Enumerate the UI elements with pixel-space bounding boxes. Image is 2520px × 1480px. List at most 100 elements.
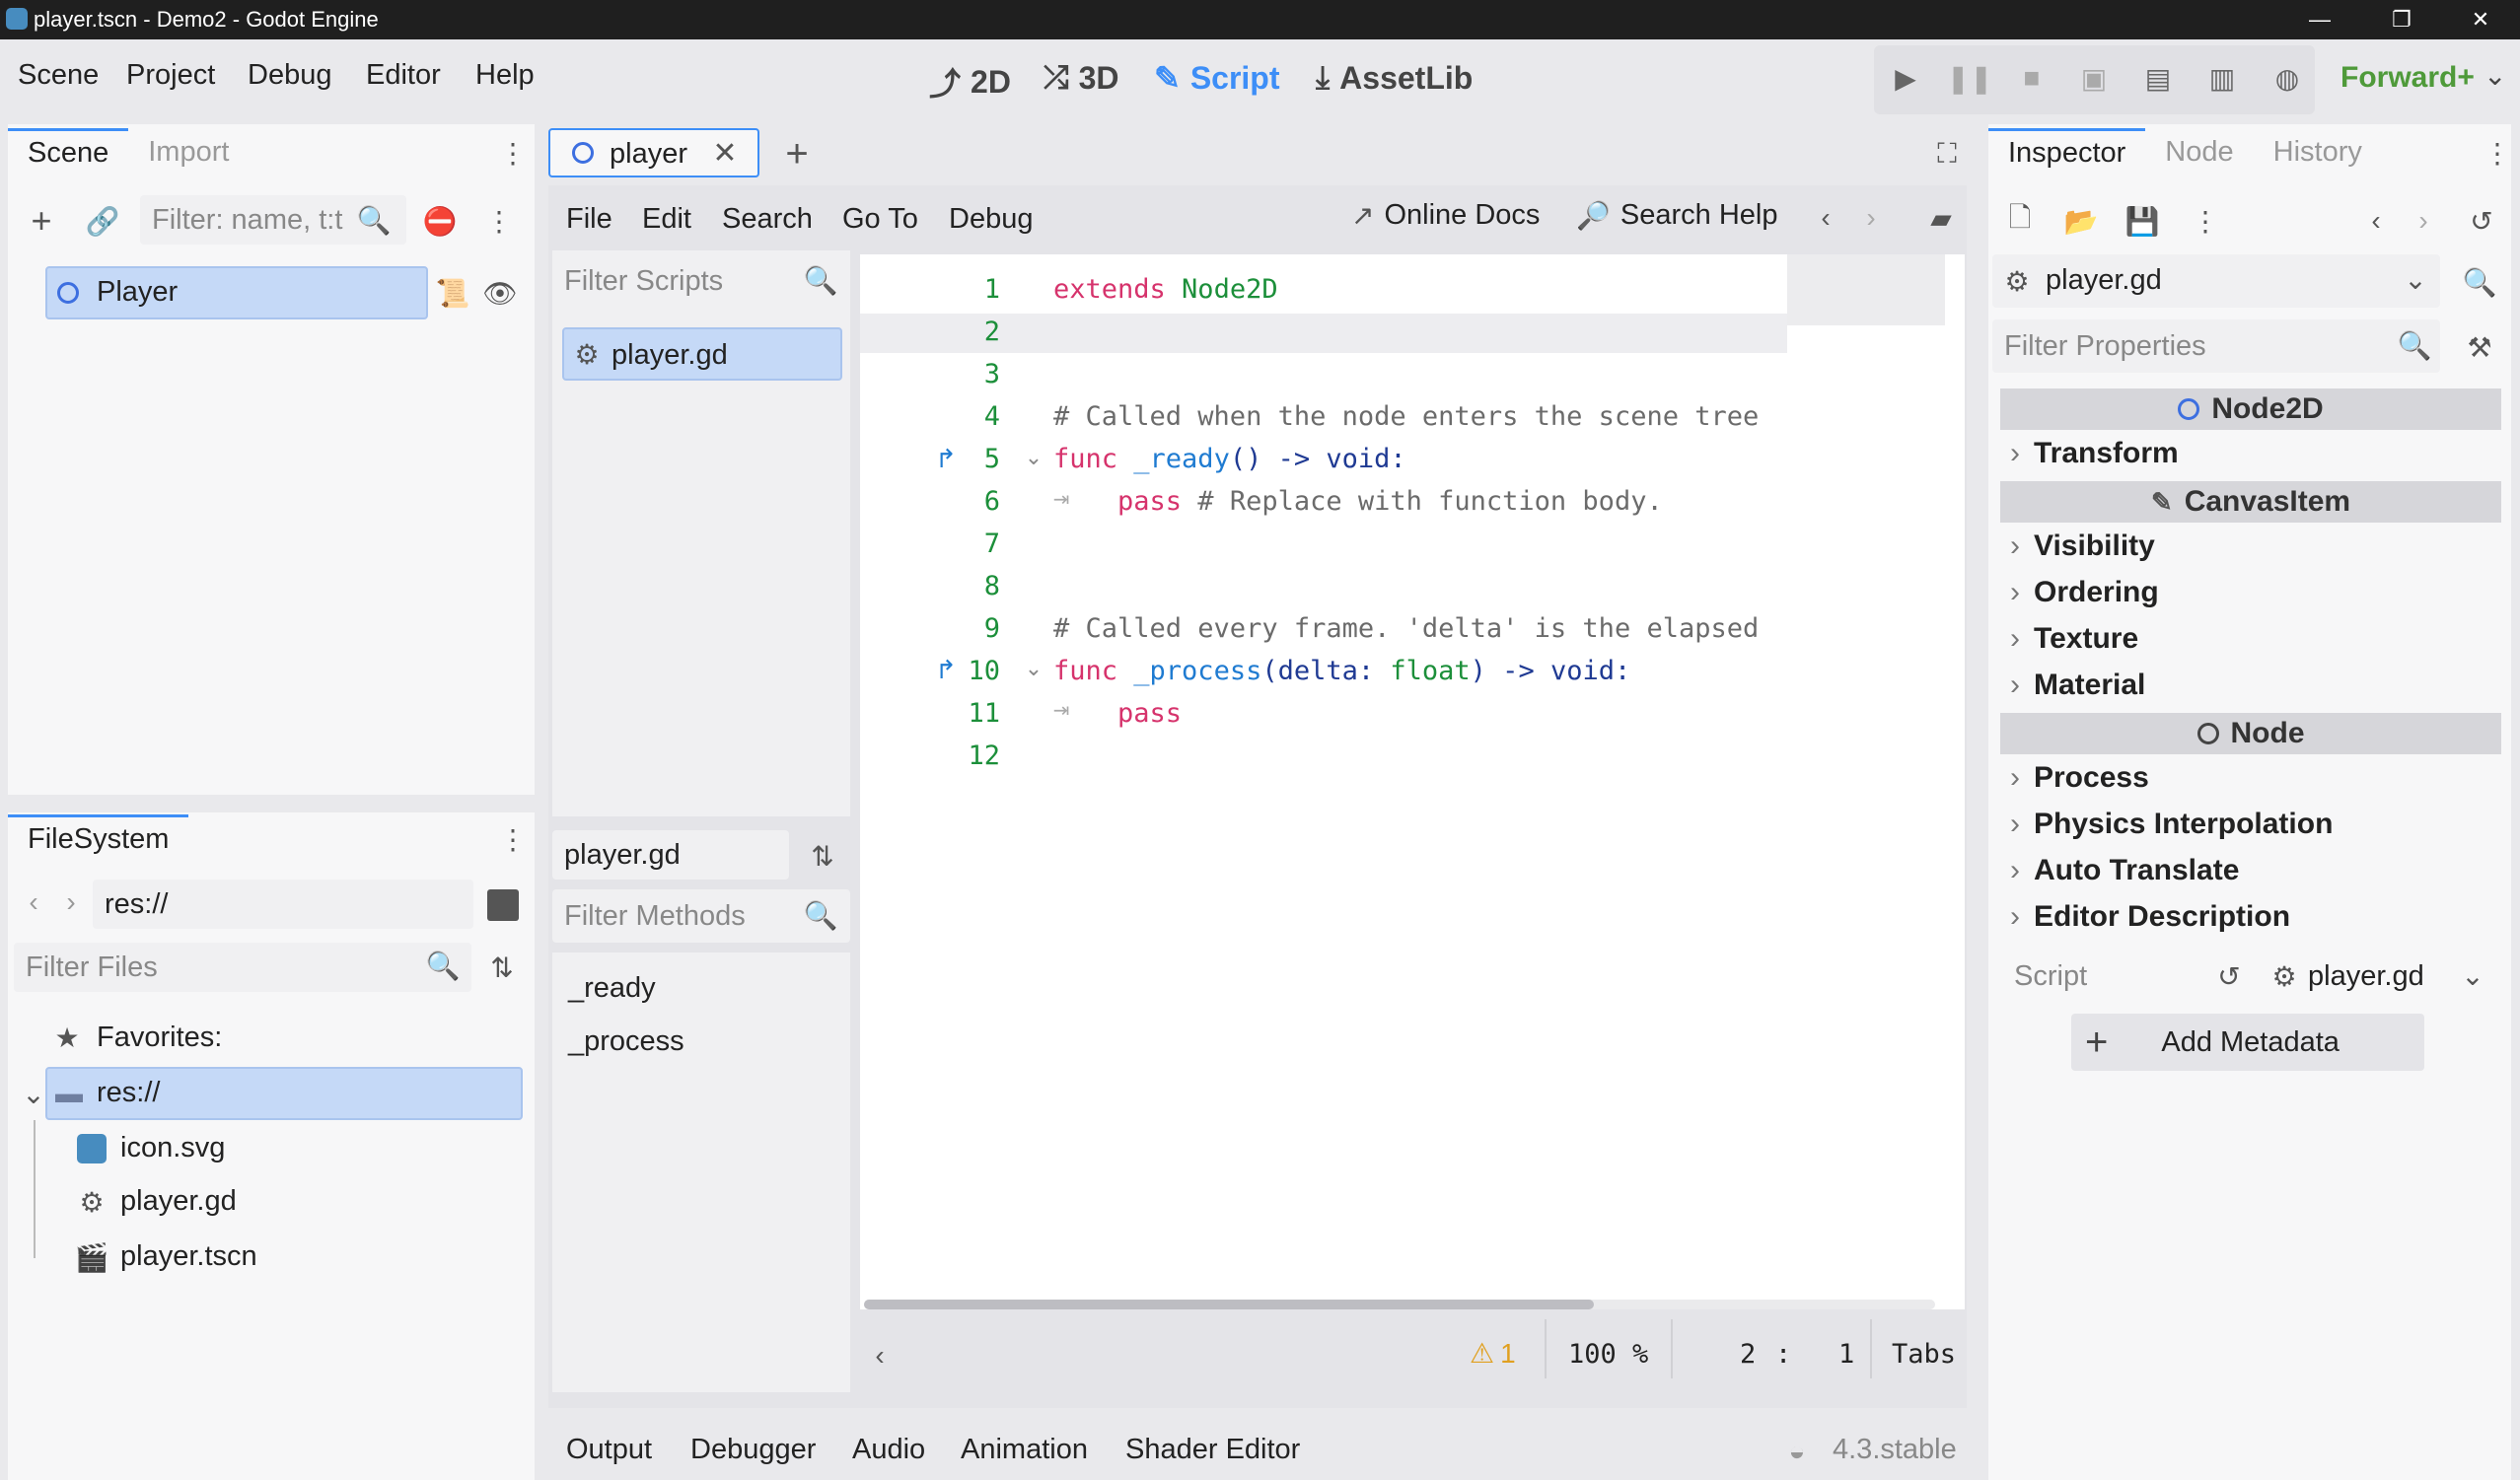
play-icon[interactable]: ▶ [1889,61,1922,95]
inspector-group-visibility[interactable]: Visibility [2010,529,2155,563]
signal-connection-icon[interactable]: ↱ [931,444,961,473]
tools-icon[interactable]: ⚒ [2462,329,2497,365]
history-forward-icon[interactable]: › [2411,203,2436,239]
inspector-group-material[interactable]: Material [2010,669,2145,702]
tab-scene[interactable]: Scene [8,128,129,176]
menu-editor[interactable]: Editor [366,59,441,92]
remote-debug-icon[interactable]: ▣ [2077,61,2111,95]
script-menu-edit[interactable]: Edit [642,203,691,236]
line-number[interactable]: 1 [951,274,1000,305]
zoom-level[interactable]: 100 % [1568,1339,1648,1370]
line-number[interactable]: 11 [951,698,1000,729]
filter-properties-input[interactable]: Filter Properties [1992,319,2440,373]
tab-import[interactable]: Import [128,128,249,176]
menu-help[interactable]: Help [475,59,535,92]
path-field[interactable]: res:// [93,880,473,929]
pause-icon[interactable]: ❚❚ [1947,61,1993,95]
scene-tab-player[interactable]: player ✕ [548,128,759,177]
script-menu-search[interactable]: Search [722,203,813,236]
inspector-group-editor-description[interactable]: Editor Description [2010,900,2290,934]
chevron-down-icon[interactable]: ⌄ [2458,960,2487,991]
kebab-icon[interactable]: ⋮ [2192,203,2219,239]
inspector-group-ordering[interactable]: Ordering [2010,576,2159,609]
line-number[interactable]: 4 [951,401,1000,432]
kebab-icon[interactable]: ⋮ [499,824,527,855]
movie-maker-icon[interactable]: ◍ [2270,61,2304,95]
workspace-3d-button[interactable]: ⤮ 3D [1044,59,1119,97]
script-remove-icon[interactable]: ⛔ [422,203,458,239]
method-item[interactable]: _process [568,1025,684,1058]
horizontal-scrollbar[interactable] [864,1300,1935,1309]
distraction-free-icon[interactable]: ⛶ [1929,136,1965,172]
file-item-player-tscn[interactable]: 🎬 player.tscn [69,1238,523,1278]
visibility-eye-icon[interactable]: 👁 [482,276,518,310]
script-property-value[interactable]: player.gd [2308,960,2424,993]
file-item-icon-svg[interactable]: icon.svg [69,1130,523,1169]
history-back-icon[interactable]: ‹ [1813,201,1838,235]
inspected-object-select[interactable]: ⚙ player.gd ⌄ [1992,254,2440,308]
split-view-icon[interactable] [487,889,519,921]
play-custom-scene-icon[interactable]: ▥ [2205,61,2239,95]
sort-icon[interactable]: ⇅ [485,951,519,984]
close-icon[interactable]: ✕ [2451,0,2510,39]
minimap[interactable] [1787,254,1945,325]
menu-debug[interactable]: Debug [248,59,331,92]
fold-chevron-icon[interactable]: ⌄ [1022,656,1045,680]
line-number[interactable]: 8 [951,571,1000,601]
kebab-icon[interactable]: ⋮ [485,203,513,239]
add-scene-tab-icon[interactable]: + [777,132,817,176]
load-resource-icon[interactable]: 📂 [2063,203,2099,239]
chevron-down-icon[interactable]: ⌄ [22,1079,45,1109]
minimize-icon[interactable]: — [2290,0,2349,39]
bottom-tab-audio[interactable]: Audio [852,1434,925,1466]
workspace-script-button[interactable]: ✎ Script [1154,59,1280,97]
history-forward-icon[interactable]: › [1858,201,1884,235]
history-back-icon[interactable]: ‹ [2363,203,2389,239]
fold-chevron-icon[interactable]: ⌄ [1022,445,1045,469]
filter-files-input[interactable]: Filter Files [14,943,471,992]
file-item-player-gd[interactable]: ⚙ player.gd [69,1183,523,1223]
play-scene-icon[interactable]: ▤ [2141,61,2175,95]
line-number[interactable]: 2 [951,317,1000,347]
recent-history-icon[interactable]: ↺ [2464,203,2499,239]
script-attached-icon[interactable]: 📜 [436,276,470,310]
tab-filesystem[interactable]: FileSystem [8,814,189,862]
tab-history[interactable]: History [2254,128,2382,176]
add-node-icon[interactable]: + [24,200,59,241]
signal-connection-icon[interactable]: ↱ [931,655,961,684]
forward-icon[interactable]: › [59,886,83,917]
toggle-scripts-panel-icon[interactable]: ‹ [868,1339,892,1373]
tab-node[interactable]: Node [2145,128,2253,176]
new-resource-icon[interactable]: 🗋 [2002,202,2038,239]
restore-icon[interactable]: ❐ [2372,0,2431,39]
workspace-assetlib-button[interactable]: ⤓ AssetLib [1316,59,1473,97]
scrollbar-thumb[interactable] [864,1300,1594,1309]
bottom-tab-animation[interactable]: Animation [961,1434,1088,1466]
sort-icon[interactable]: ⇅ [803,836,842,876]
add-metadata-button[interactable]: + Add Metadata [2071,1014,2424,1071]
toggle-panel-icon[interactable]: ▰ [1923,201,1959,235]
inspector-group-transform[interactable]: Transform [2010,437,2179,470]
search-help-button[interactable]: 🔎 Search Help [1576,199,1777,232]
kebab-icon[interactable]: ⋮ [2484,138,2511,169]
line-number[interactable]: 12 [951,740,1000,771]
tab-inspector[interactable]: Inspector [1988,128,2146,176]
renderer-select[interactable]: Forward+ [2340,61,2475,95]
indent-mode[interactable]: Tabs [1892,1339,1956,1370]
inspector-group-process[interactable]: Process [2010,761,2149,795]
bottom-tab-output[interactable]: Output [566,1434,652,1466]
script-list-item[interactable]: ⚙ player.gd [562,327,842,381]
save-icon[interactable]: 💾 [2124,203,2160,239]
menu-scene[interactable]: Scene [18,59,99,92]
warnings-button[interactable]: ⚠ 1 [1470,1337,1516,1370]
line-number[interactable]: 9 [951,613,1000,644]
close-icon[interactable]: ✕ [708,136,742,170]
stop-icon[interactable]: ■ [2015,61,2049,95]
menu-project[interactable]: Project [126,59,215,92]
bottom-tab-debugger[interactable]: Debugger [690,1434,816,1466]
kebab-icon[interactable]: ⋮ [499,138,527,169]
line-number[interactable]: 3 [951,359,1000,389]
revert-icon[interactable]: ↺ [2213,960,2245,992]
bottom-tab-shader-editor[interactable]: Shader Editor [1125,1434,1300,1466]
back-icon[interactable]: ‹ [22,886,45,917]
